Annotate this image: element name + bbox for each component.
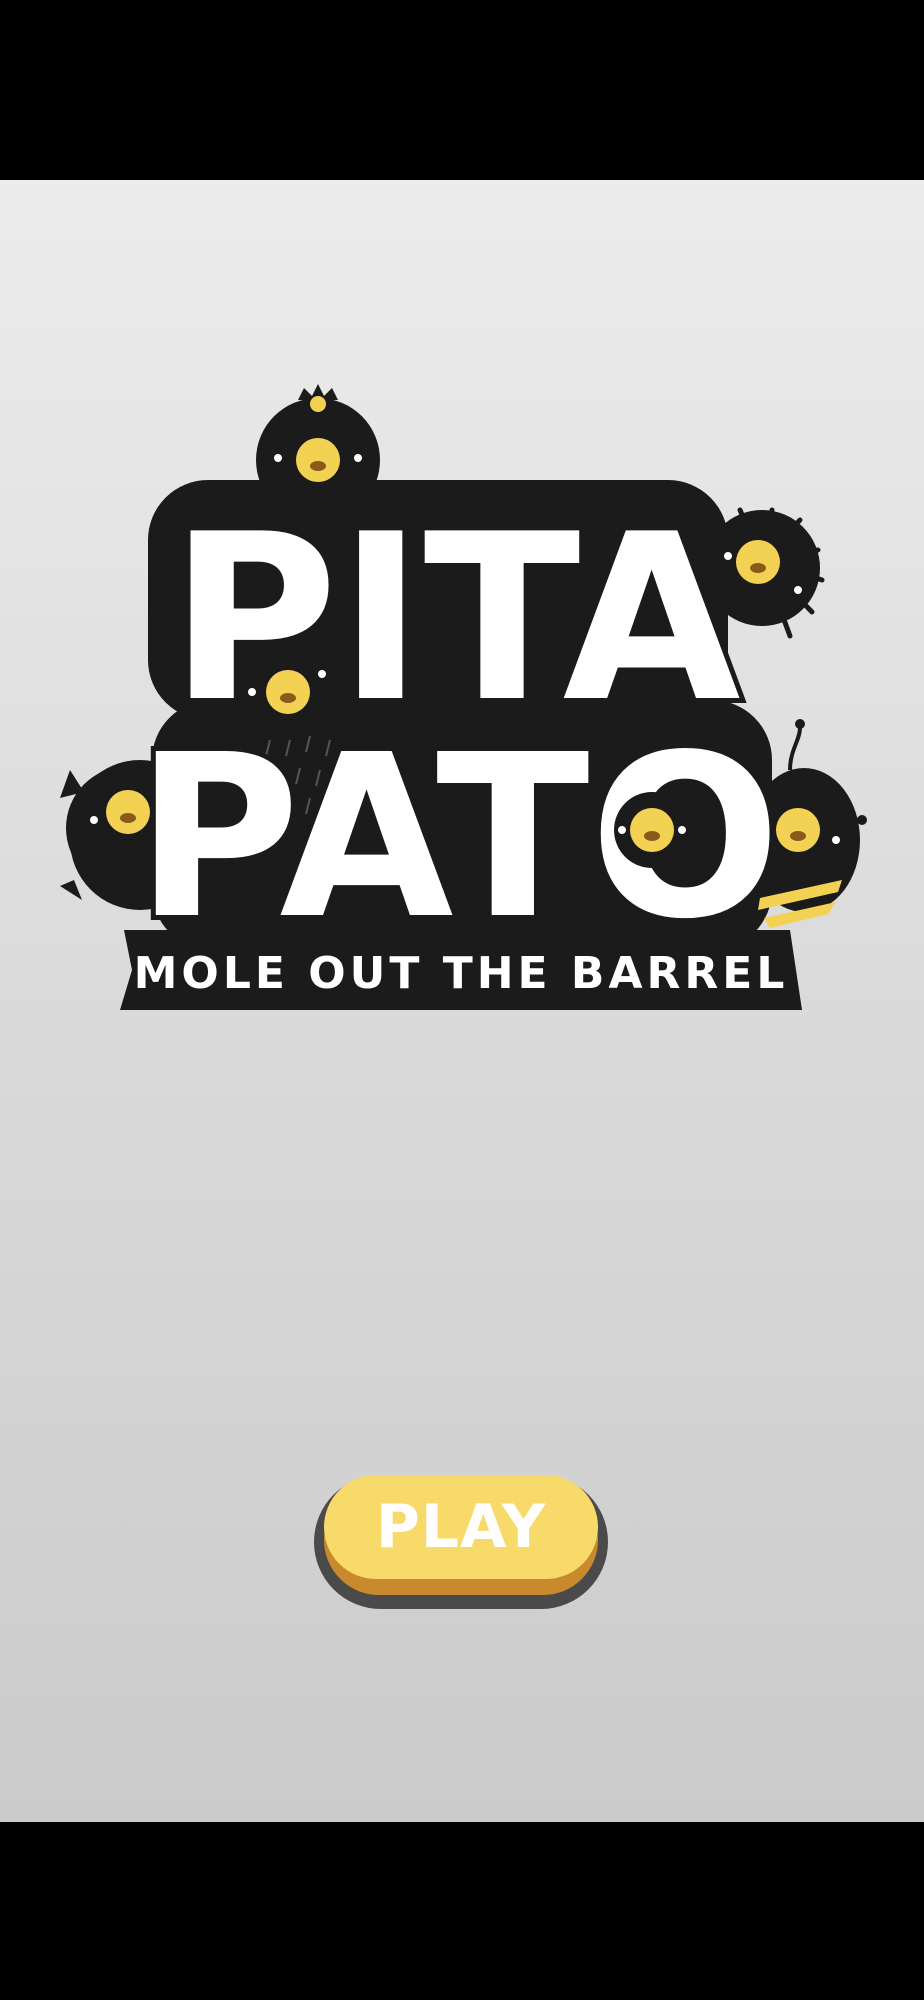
game-logo: PITA PATO MOLE OUT THE BARREL [60, 384, 867, 1010]
play-button-face: PLAY [324, 1475, 598, 1579]
play-button-wrap: PLAY [314, 1467, 608, 1609]
play-button[interactable]: PLAY [314, 1467, 608, 1609]
top-black-bar [0, 0, 924, 180]
play-label: PLAY [375, 1492, 547, 1562]
barrel-eye-icon [614, 792, 690, 868]
title-screen: PITA PATO MOLE OUT THE BARREL PLAY [0, 180, 924, 1822]
bottom-black-bar [0, 1822, 924, 2000]
subtitle-text: MOLE OUT THE BARREL [134, 948, 789, 999]
